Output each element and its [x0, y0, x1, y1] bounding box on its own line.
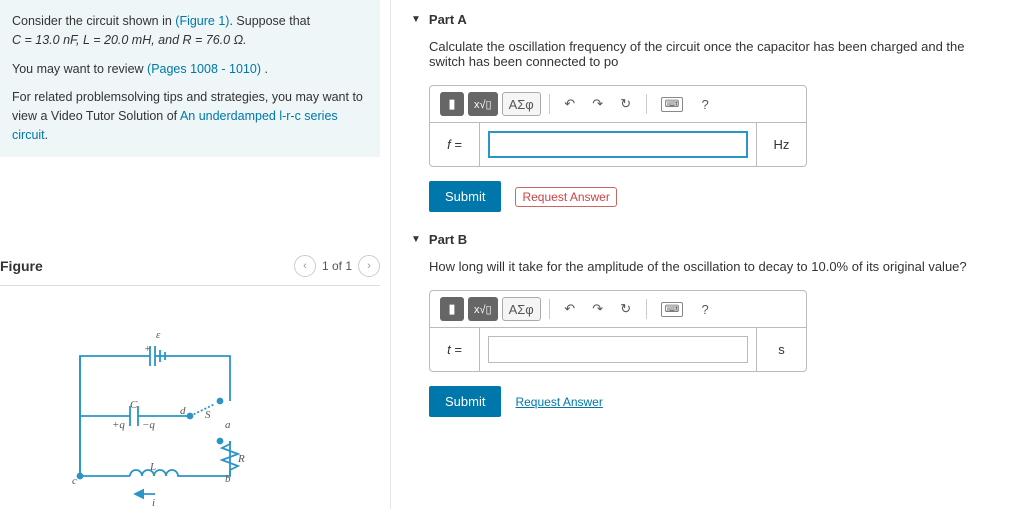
template-icon[interactable]: ▮ [440, 297, 464, 321]
svg-text:−q: −q [142, 419, 155, 431]
answer-toolbar-b: ▮ x√▯ ΑΣφ ↶ ↷ ↻ ⌨ ? t = s [429, 290, 807, 372]
reset-icon[interactable]: ↻ [614, 92, 638, 116]
answer-toolbar-a: ▮ x√▯ ΑΣφ ↶ ↷ ↻ ⌨ ? f = Hz [429, 85, 807, 167]
help-icon[interactable]: ? [693, 92, 717, 116]
pager-label: 1 of 1 [322, 259, 352, 273]
answer-input-a[interactable] [488, 131, 748, 158]
undo-icon[interactable]: ↶ [558, 297, 582, 321]
figure-pager: ‹ 1 of 1 › [294, 255, 380, 277]
part-b-title: Part B [429, 232, 467, 247]
answer-input-b[interactable] [488, 336, 748, 363]
var-label-a: f = [430, 123, 480, 166]
svg-text:L: L [149, 461, 156, 473]
part-b-header[interactable]: ▼ Part B [411, 232, 1004, 247]
redo-icon[interactable]: ↷ [586, 92, 610, 116]
svg-text:a: a [225, 419, 231, 431]
undo-icon[interactable]: ↶ [558, 92, 582, 116]
collapse-icon: ▼ [411, 234, 421, 245]
circuit-diagram: ε + C +q −q d S a R b L c i [0, 286, 380, 526]
submit-button-b[interactable]: Submit [429, 386, 501, 417]
collapse-icon: ▼ [411, 14, 421, 25]
svg-text:C: C [130, 399, 138, 411]
help-icon[interactable]: ? [693, 297, 717, 321]
keyboard-icon[interactable]: ⌨ [655, 297, 689, 321]
svg-text:d: d [180, 405, 186, 417]
problem-statement: Consider the circuit shown in (Figure 1)… [0, 0, 380, 157]
request-answer-b[interactable]: Request Answer [515, 395, 602, 409]
intro-text: Consider the circuit shown in [12, 14, 175, 28]
part-b-desc: How long will it take for the amplitude … [429, 259, 1004, 274]
svg-text:R: R [237, 453, 245, 465]
pager-next[interactable]: › [358, 255, 380, 277]
figure-title: Figure [0, 258, 43, 274]
unit-label-b: s [756, 328, 806, 371]
var-label-b: t = [430, 328, 480, 371]
svg-text:S: S [205, 409, 211, 421]
svg-text:i: i [152, 497, 155, 506]
sqrt-icon[interactable]: x√▯ [468, 92, 498, 116]
template-icon[interactable]: ▮ [440, 92, 464, 116]
reset-icon[interactable]: ↻ [614, 297, 638, 321]
unit-label-a: Hz [756, 123, 806, 166]
submit-button-a[interactable]: Submit [429, 181, 501, 212]
params: C = 13.0 nF, L = 20.0 mH, and R = 76.0 Ω… [12, 33, 247, 47]
svg-text:c: c [72, 475, 77, 487]
part-a-desc: Calculate the oscillation frequency of t… [429, 39, 1004, 69]
request-answer-a[interactable]: Request Answer [515, 187, 616, 207]
svg-text:+: + [144, 343, 151, 355]
part-a-title: Part A [429, 12, 467, 27]
greek-button[interactable]: ΑΣφ [502, 92, 541, 116]
svg-text:ε: ε [156, 329, 161, 341]
review-pages-link[interactable]: (Pages 1008 - 1010) [147, 62, 261, 76]
part-a-header[interactable]: ▼ Part A [411, 12, 1004, 27]
svg-text:+q: +q [112, 419, 125, 431]
sqrt-icon[interactable]: x√▯ [468, 297, 498, 321]
keyboard-icon[interactable]: ⌨ [655, 92, 689, 116]
svg-text:b: b [225, 473, 231, 485]
pager-prev[interactable]: ‹ [294, 255, 316, 277]
redo-icon[interactable]: ↷ [586, 297, 610, 321]
figure-link[interactable]: (Figure 1) [175, 14, 229, 28]
greek-button[interactable]: ΑΣφ [502, 297, 541, 321]
